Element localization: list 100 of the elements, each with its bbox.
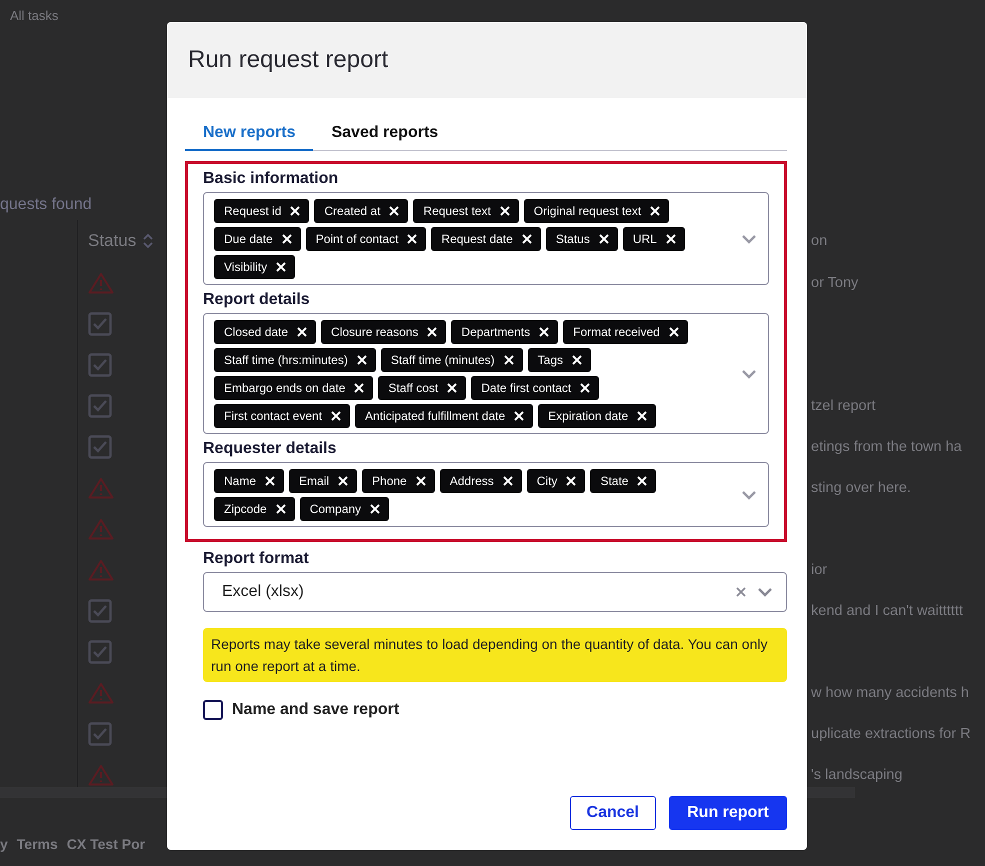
field-chip[interactable]: Email <box>289 469 358 493</box>
field-chip[interactable]: Original request text <box>524 199 670 223</box>
remove-icon[interactable] <box>566 476 576 486</box>
remove-icon[interactable] <box>389 206 400 216</box>
tab[interactable]: New reports <box>185 120 314 151</box>
checkbox-checked-icon <box>88 434 112 458</box>
remove-icon[interactable] <box>338 476 348 486</box>
table-cell: kend and I can't waitttttt <box>811 602 963 618</box>
remove-icon[interactable] <box>650 206 660 216</box>
checkbox-checked-icon <box>88 640 112 664</box>
remove-icon[interactable] <box>290 206 300 216</box>
chevron-down-icon[interactable] <box>742 234 756 244</box>
remove-icon[interactable] <box>331 411 342 421</box>
tab[interactable]: Saved reports <box>313 120 456 151</box>
remove-icon[interactable] <box>416 476 426 486</box>
field-chip[interactable]: Due date <box>214 227 301 251</box>
field-label: Basic information <box>203 170 340 188</box>
field-chip[interactable]: Company <box>300 497 390 521</box>
field-chip[interactable]: Embargo ends on date <box>214 376 374 400</box>
remove-icon[interactable] <box>427 327 438 337</box>
cancel-button[interactable]: Cancel <box>570 796 656 830</box>
remove-icon[interactable] <box>282 234 292 244</box>
checkbox-label[interactable]: Name and save report <box>232 701 400 719</box>
field-chip[interactable]: Zipcode <box>214 497 295 521</box>
warning-icon <box>88 272 114 294</box>
clear-icon[interactable] <box>736 587 746 597</box>
field-chip[interactable]: Format received <box>563 320 688 344</box>
remove-icon[interactable] <box>276 262 286 272</box>
field-chip[interactable]: Request text <box>413 199 519 223</box>
remove-icon[interactable] <box>407 234 418 244</box>
field-chip[interactable]: Staff time (minutes) <box>380 348 523 372</box>
remove-icon[interactable] <box>598 234 609 244</box>
field-chip[interactable]: State <box>590 469 656 493</box>
field-chip[interactable]: Closed date <box>214 320 316 344</box>
remove-icon[interactable] <box>265 476 276 486</box>
warning-icon <box>88 558 114 580</box>
remove-icon[interactable] <box>354 383 364 393</box>
field-chip[interactable]: City <box>526 469 586 493</box>
remove-icon[interactable] <box>370 504 380 514</box>
field-label: Requester details <box>203 440 338 458</box>
remove-icon[interactable] <box>572 355 582 365</box>
field-chip[interactable]: Tags <box>528 348 591 372</box>
checkbox[interactable] <box>203 700 223 720</box>
table-cell: ior <box>811 562 828 578</box>
field-chip[interactable]: Point of contact <box>306 227 426 251</box>
field-chip[interactable]: Request date <box>431 227 541 251</box>
chevron-down-icon[interactable] <box>758 588 772 596</box>
field-chip[interactable]: Address <box>440 469 522 493</box>
checkbox-checked-icon <box>88 598 112 622</box>
table-cell: 's landscaping <box>811 766 902 782</box>
table-cell: uplicate extractions for R <box>811 726 971 742</box>
checkbox-checked-icon <box>88 722 112 746</box>
field-label: Report format <box>203 550 310 568</box>
remove-icon[interactable] <box>297 327 308 337</box>
remove-icon[interactable] <box>637 476 648 486</box>
remove-icon[interactable] <box>666 234 676 244</box>
field-chip[interactable]: Phone <box>362 469 435 493</box>
remove-icon[interactable] <box>502 476 513 486</box>
chevron-down-icon[interactable] <box>742 370 756 378</box>
field-label: Report details <box>203 291 311 309</box>
field-chip[interactable]: Staff time (hrs:minutes) <box>214 348 376 372</box>
run-button[interactable]: Run report <box>669 796 787 830</box>
remove-icon[interactable] <box>276 504 286 514</box>
checkbox-checked-icon <box>88 394 112 418</box>
field-chip[interactable]: Created at <box>314 199 408 223</box>
remove-icon[interactable] <box>447 383 458 393</box>
checkbox-checked-icon <box>88 312 112 336</box>
field-chip[interactable]: Visibility <box>214 255 296 279</box>
format-select[interactable]: Excel (xlsx) <box>203 572 787 612</box>
dialog-title: Run request report <box>188 46 388 74</box>
field-chip[interactable]: First contact event <box>214 404 350 428</box>
table-cell: sting over here. <box>811 480 911 496</box>
remove-icon[interactable] <box>668 327 679 337</box>
warning-icon <box>88 518 114 540</box>
multi-select-field[interactable] <box>203 313 769 434</box>
field-chip[interactable]: Expiration date <box>538 404 656 428</box>
field-chip[interactable]: Status <box>546 227 618 251</box>
remove-icon[interactable] <box>637 411 648 421</box>
chevron-down-icon[interactable] <box>742 490 756 500</box>
warning-icon <box>88 682 114 704</box>
multi-select-field[interactable]: Request id Created at Request text Original request text Due date Point of contact Request date Status URL Visibility <box>203 192 769 285</box>
field-chip[interactable]: Name <box>214 469 284 493</box>
field-chip[interactable]: Departments <box>451 320 558 344</box>
field-chip[interactable]: Request id <box>214 199 310 223</box>
checkbox-checked-icon <box>88 352 112 376</box>
multi-select-field[interactable]: Name Email Phone Address City State Zipcode Company <box>203 462 769 527</box>
field-chip[interactable]: URL <box>622 227 685 251</box>
remove-icon[interactable] <box>580 383 590 393</box>
field-chip[interactable]: Anticipated fulfillment date <box>355 404 534 428</box>
table-cell: etings from the town ha <box>811 438 962 454</box>
remove-icon[interactable] <box>522 234 532 244</box>
remove-icon[interactable] <box>500 206 510 216</box>
remove-icon[interactable] <box>539 327 550 337</box>
remove-icon[interactable] <box>514 411 524 421</box>
remove-icon[interactable] <box>356 355 367 365</box>
remove-icon[interactable] <box>504 355 514 365</box>
field-chip[interactable]: Closure reasons <box>321 320 446 344</box>
field-chip[interactable]: Staff cost <box>378 376 466 400</box>
field-chip[interactable]: Date first contact <box>471 376 600 400</box>
table-cell: or Tony <box>811 274 858 290</box>
